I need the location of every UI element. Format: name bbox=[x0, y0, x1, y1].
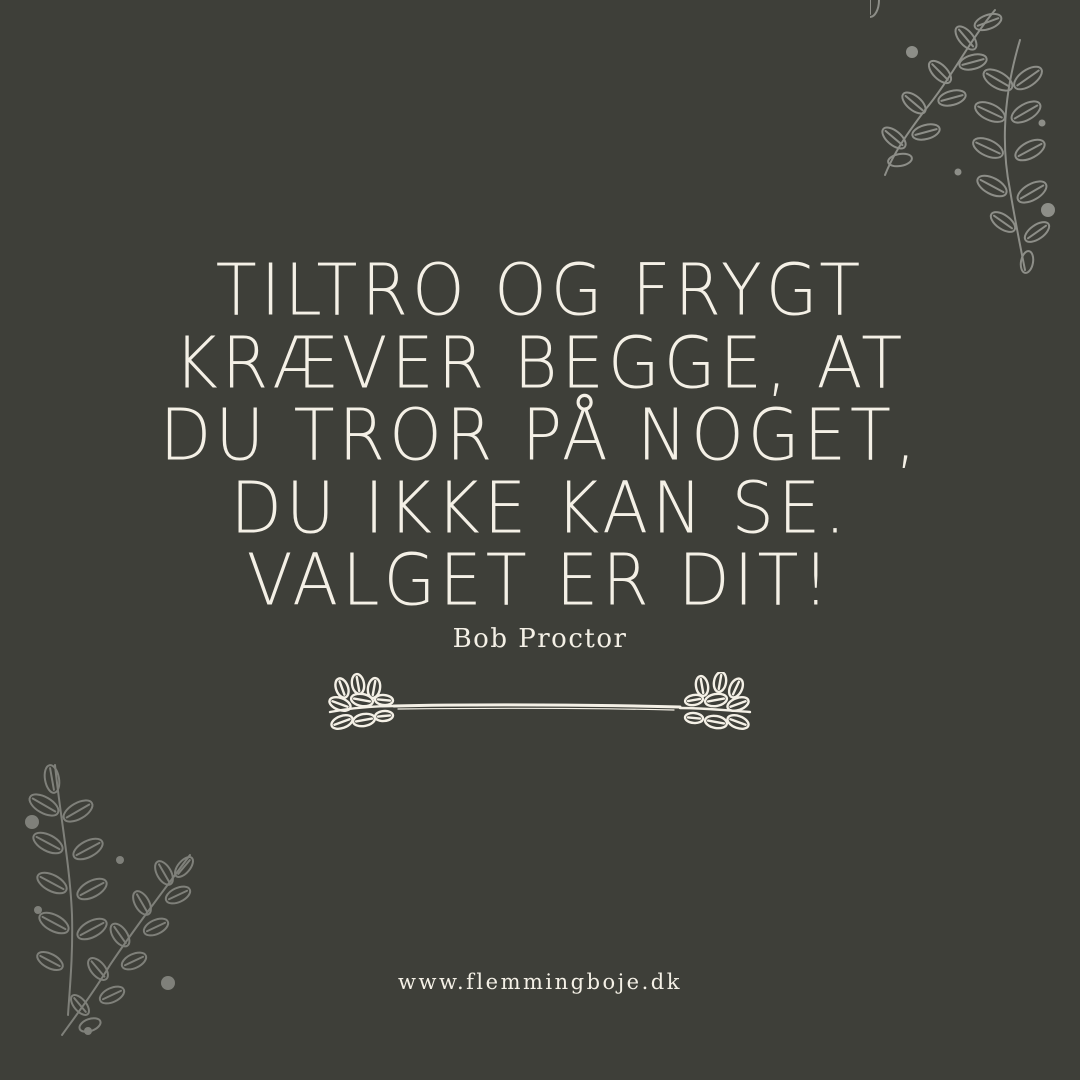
quote-line: DU IKKE KAN SE. bbox=[230, 466, 850, 549]
leafy-branch-icon bbox=[870, 0, 1055, 274]
quote-line: TILTRO OG FRYGT bbox=[215, 248, 865, 332]
quote-line: DU TROR PÅ NOGET, bbox=[159, 393, 921, 477]
quote-card: TILTRO OG FRYGT KRÆVER BEGGE, AT DU TROR… bbox=[0, 0, 1080, 1080]
quote-text: TILTRO OG FRYGT KRÆVER BEGGE, AT DU TROR… bbox=[90, 248, 990, 622]
quote-line: KRÆVER BEGGE, AT bbox=[173, 321, 907, 404]
quote-author: Bob Proctor bbox=[452, 624, 628, 654]
laurel-divider-icon bbox=[328, 672, 752, 730]
website-url: www.flemmingboje.dk bbox=[398, 970, 682, 994]
quote-line: VALGET ER DIT! bbox=[246, 538, 834, 622]
leafy-branch-icon bbox=[25, 764, 194, 1036]
